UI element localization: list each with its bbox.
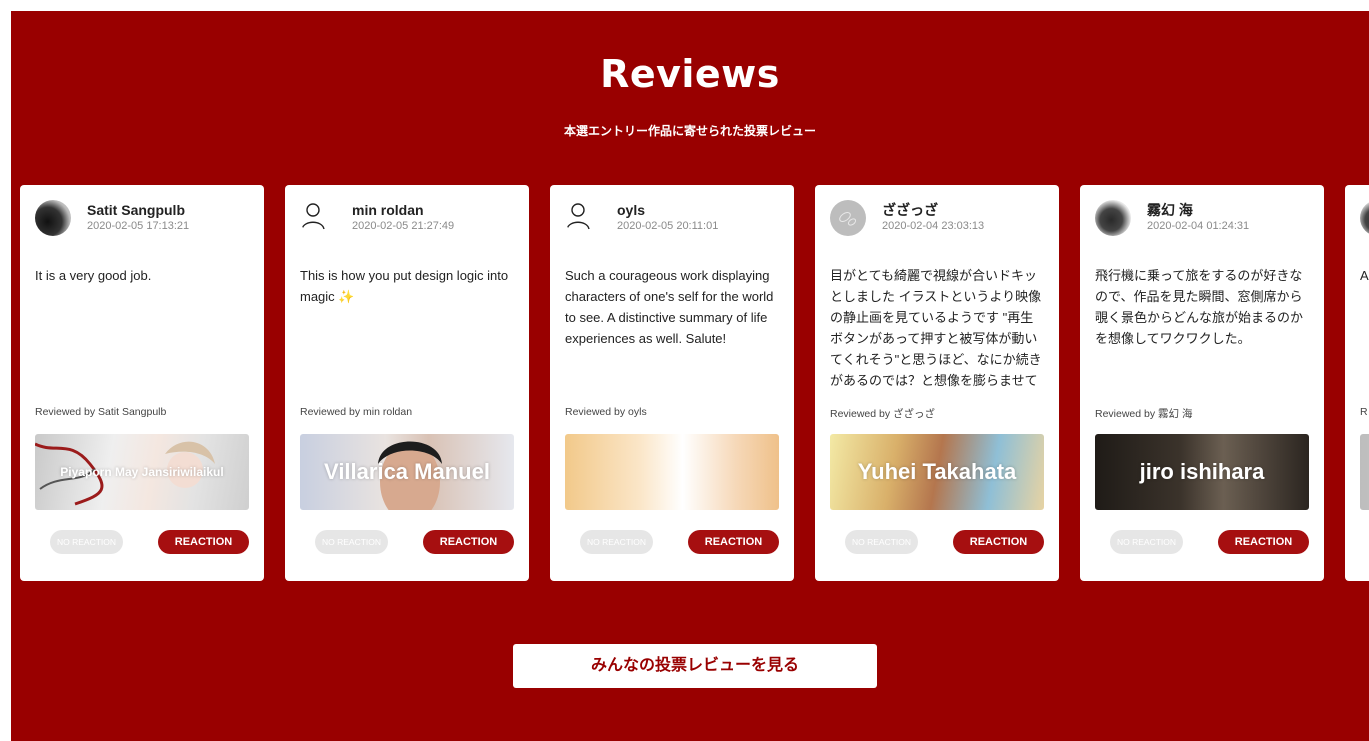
reaction-button[interactable]: REACTION — [953, 530, 1044, 554]
no-reaction-button[interactable]: NO REACTION — [315, 530, 388, 554]
entry-title: Piyaporn May Jansiriwilaikul — [60, 465, 224, 479]
review-text: It is a very good job. — [35, 268, 152, 283]
reviewed-by: Reviewed by 霧幻 海 — [1095, 408, 1193, 420]
reviewer-name[interactable]: Satit Sangpulb — [87, 202, 185, 218]
reviewer-name[interactable]: oyls — [617, 202, 645, 218]
reviewed-by: R — [1360, 406, 1368, 418]
entry-thumbnail[interactable]: Piyaporn May Jansiriwilaikul — [35, 434, 249, 510]
avatar[interactable] — [830, 200, 866, 236]
section-subtitle: 本選エントリー作品に寄せられた投票レビュー — [563, 124, 816, 138]
reviews-section: Reviews 本選エントリー作品に寄せられた投票レビュー Satit Sang… — [11, 11, 1369, 741]
user-outline-icon[interactable] — [565, 200, 601, 236]
review-card: ざざっざ 2020-02-04 23:03:13 目がとても綺麗で視線が合いドキ… — [815, 185, 1059, 581]
review-date: 2020-02-05 20:11:01 — [617, 220, 719, 232]
review-date: 2020-02-05 17:13:21 — [87, 220, 190, 232]
entry-thumbnail[interactable] — [1360, 434, 1369, 510]
review-card: A R — [1345, 185, 1369, 581]
reaction-button[interactable]: REACTION — [688, 530, 779, 554]
review-text: 飛行機に乗って旅をするのが好きなので、作品を見た瞬間、窓側席から覗く景色からどん… — [1095, 268, 1304, 346]
section-title: Reviews — [600, 52, 780, 96]
reviewer-name[interactable]: 霧幻 海 — [1147, 202, 1193, 218]
review-date: 2020-02-05 21:27:49 — [352, 220, 455, 232]
view-all-reviews-button[interactable]: みんなの投票レビューを見る — [513, 644, 877, 688]
reaction-button[interactable]: REACTION — [158, 530, 249, 554]
entry-thumbnail[interactable]: Yuhei Takahata — [830, 434, 1044, 510]
avatar[interactable] — [1095, 200, 1131, 236]
no-reaction-button[interactable]: NO REACTION — [580, 530, 653, 554]
avatar[interactable] — [1360, 200, 1369, 236]
no-reaction-button[interactable]: NO REACTION — [1110, 530, 1183, 554]
reviewer-name[interactable]: ざざっざ — [882, 202, 938, 218]
no-reaction-button[interactable]: NO REACTION — [50, 530, 123, 554]
review-text: 目がとても綺麗で視線が合いドキッとしました イラストというより映像の静止画を見て… — [830, 268, 1042, 388]
entry-title: Yuhei Takahata — [857, 459, 1017, 484]
entry-thumbnail[interactable]: jiro ishihara — [1095, 434, 1309, 510]
reviewed-by: Reviewed by oyls — [565, 406, 647, 418]
review-card: 霧幻 海 2020-02-04 01:24:31 飛行機に乗って旅をするのが好き… — [1080, 185, 1324, 581]
review-text-body: This is how you put design logic into ma… — [300, 268, 509, 304]
reviewed-by: Reviewed by min roldan — [300, 406, 413, 418]
leaf-icon — [839, 212, 857, 226]
review-date: 2020-02-04 01:24:31 — [1147, 220, 1250, 232]
review-date: 2020-02-04 23:03:13 — [882, 220, 985, 232]
review-card: Satit Sangpulb 2020-02-05 17:13:21 It is… — [20, 185, 264, 581]
review-card: oyls 2020-02-05 20:11:01 Such a courageo… — [550, 185, 794, 581]
reviewer-name[interactable]: min roldan — [352, 202, 424, 218]
user-outline-icon[interactable] — [300, 200, 336, 236]
entry-thumbnail[interactable] — [565, 434, 779, 510]
review-text: A — [1360, 268, 1369, 283]
reviewed-by: Reviewed by Satit Sangpulb — [35, 406, 167, 418]
review-text: This is how you put design logic into ma… — [300, 265, 516, 307]
entry-thumbnail[interactable]: Villarica Manuel — [300, 434, 514, 510]
reaction-button[interactable]: REACTION — [423, 530, 514, 554]
reviewed-by: Reviewed by ざざっざ — [830, 408, 936, 420]
avatar[interactable] — [35, 200, 71, 236]
review-text: Such a courageous work displaying charac… — [565, 268, 774, 346]
review-card: min roldan 2020-02-05 21:27:49 This is h… — [285, 185, 529, 581]
sparkle-icon: ✨ — [338, 289, 355, 304]
reaction-button[interactable]: REACTION — [1218, 530, 1309, 554]
entry-title: jiro ishihara — [1139, 459, 1265, 484]
no-reaction-button[interactable]: NO REACTION — [845, 530, 918, 554]
entry-title: Villarica Manuel — [324, 459, 490, 484]
